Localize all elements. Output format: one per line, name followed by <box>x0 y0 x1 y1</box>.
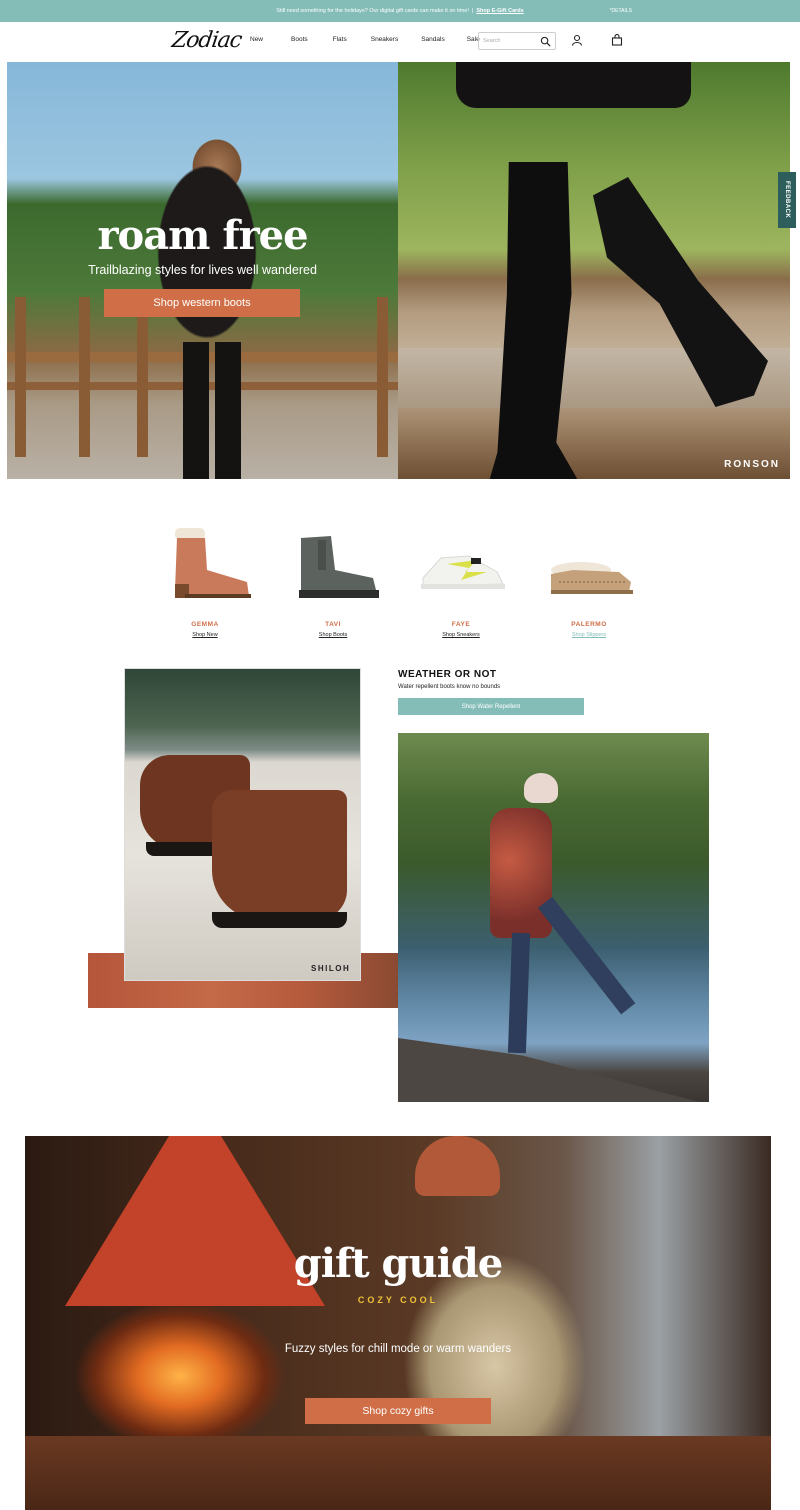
gift-guide-banner[interactable] <box>25 1136 771 1510</box>
shiloh-caption: SHILOH <box>311 964 351 973</box>
knee-high-boot <box>486 162 578 479</box>
hero-subtitle: Trailblazing styles for lives well wande… <box>88 263 317 277</box>
shop-western-boots-button[interactable]: Shop western boots <box>104 289 300 317</box>
announcement-bar: Still need something for the holidays? O… <box>0 0 800 22</box>
weather-title: WEATHER OR NOT <box>398 669 497 680</box>
gift-guide-title: gift guide <box>293 1240 503 1287</box>
gemma-boot-image[interactable] <box>155 520 255 600</box>
jeans-leg <box>507 932 531 1054</box>
shop-egift-cards-link[interactable]: Shop E-Gift Cards <box>476 8 523 14</box>
search-placeholder: Search <box>483 38 501 44</box>
account-icon[interactable] <box>571 34 583 46</box>
product-name: TAVI <box>325 621 341 628</box>
faye-sneaker-image[interactable] <box>411 520 511 600</box>
gift-guide-subtitle: Fuzzy styles for chill mode or warm wand… <box>284 1343 512 1355</box>
hero-right-image[interactable]: RONSON <box>398 62 790 479</box>
fence-post <box>15 297 26 457</box>
palermo-slipper-image[interactable] <box>539 520 639 600</box>
brown-boot <box>212 790 347 928</box>
rust-beanie <box>415 1136 500 1196</box>
announcement-message: Still need something for the holidays? O… <box>276 8 469 14</box>
rock-ledge <box>398 1038 709 1102</box>
boot-sole <box>212 912 347 928</box>
black-dress <box>456 62 691 108</box>
logo[interactable]: Zodiac <box>170 28 243 53</box>
shop-slippers-link[interactable]: Shop Slippers <box>534 632 644 638</box>
fence-post <box>79 297 90 457</box>
nav-flats[interactable]: Flats <box>333 36 347 43</box>
patterned-coat <box>490 808 552 938</box>
fence-post <box>137 297 148 457</box>
nav-sneakers[interactable]: Sneakers <box>371 36 398 43</box>
details-link[interactable]: *DETAILS <box>610 8 632 14</box>
shop-new-link[interactable]: Shop New <box>150 632 260 638</box>
search-field[interactable]: Search <box>478 32 556 50</box>
lakeside-model-image[interactable] <box>398 733 709 1102</box>
product-name: GEMMA <box>191 621 219 628</box>
shop-water-repellent-button[interactable]: Shop Water Repellent <box>398 698 584 715</box>
feedback-tab[interactable]: FEEDBACK <box>778 172 796 228</box>
product-card[interactable]: TAVI Shop Boots <box>278 520 388 638</box>
product-name: PALERMO <box>571 621 607 628</box>
shop-boots-link[interactable]: Shop Boots <box>278 632 388 638</box>
product-card[interactable]: GEMMA Shop New <box>150 520 260 638</box>
hero-product-caption: RONSON <box>724 459 780 470</box>
site-header: Zodiac New Boots Flats Sneakers Sandals … <box>0 22 800 62</box>
fence-post <box>377 297 388 457</box>
tavi-boot-image[interactable] <box>283 520 383 600</box>
western-boots <box>177 342 247 479</box>
main-nav: New Boots Flats Sneakers Sandals Sale <box>250 36 480 43</box>
hero-title: roam free <box>97 212 308 259</box>
search-icon[interactable] <box>540 36 551 47</box>
gift-guide-kicker: COZY COOL <box>357 1295 439 1305</box>
announcement-separator: | <box>471 8 474 14</box>
nav-boots[interactable]: Boots <box>291 36 308 43</box>
floor <box>25 1436 771 1510</box>
product-name: FAYE <box>451 621 471 628</box>
product-card[interactable]: PALERMO Shop Slippers <box>534 520 644 638</box>
weather-subtitle: Water repellent boots know no bounds <box>398 684 501 690</box>
jeans-leg <box>538 896 636 1015</box>
pom-pom-beanie <box>524 773 558 803</box>
bag-icon[interactable] <box>611 34 623 46</box>
nav-new[interactable]: New <box>250 36 263 43</box>
featured-products: GEMMA Shop New TAVI Shop Boots FAYE Shop… <box>140 520 660 640</box>
nav-sandals[interactable]: Sandals <box>421 36 445 43</box>
shop-sneakers-link[interactable]: Shop Sneakers <box>406 632 516 638</box>
shop-cozy-gifts-button[interactable]: Shop cozy gifts <box>305 1398 491 1424</box>
product-card[interactable]: FAYE Shop Sneakers <box>406 520 516 638</box>
